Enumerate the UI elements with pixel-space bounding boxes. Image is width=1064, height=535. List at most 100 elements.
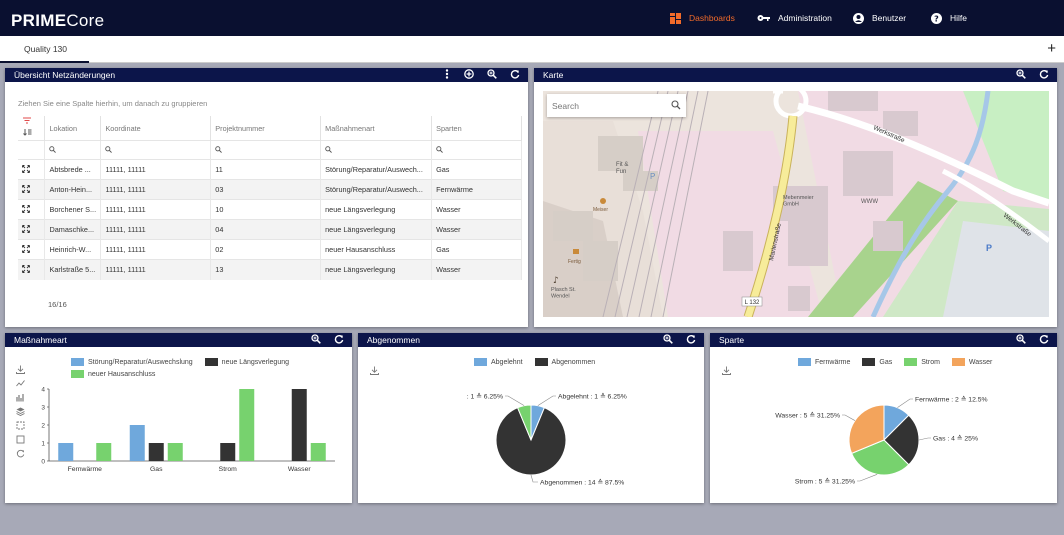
user-icon bbox=[853, 12, 864, 24]
panel-header: Übersicht Netzänderungen bbox=[5, 68, 528, 82]
download-icon[interactable] bbox=[722, 366, 731, 375]
filter-input-koordinate[interactable] bbox=[100, 140, 212, 160]
line-chart-icon[interactable] bbox=[16, 379, 25, 388]
bar-gas-2[interactable] bbox=[167, 443, 183, 461]
map-canvas[interactable]: ♪ Werkstraße Werkstraße Marienstraße L 1… bbox=[543, 91, 1049, 317]
table-row[interactable]: Damaschke... 11111, 11111 04 neue Längsv… bbox=[18, 219, 522, 240]
nav-benutzer[interactable]: Benutzer bbox=[853, 0, 906, 36]
cell-lokation: Damaschke... bbox=[44, 219, 102, 240]
refresh-icon[interactable] bbox=[1039, 69, 1049, 79]
cell-massnahmenart: Störung/Reparatur/Auswech... bbox=[320, 179, 433, 200]
poi-marker[interactable] bbox=[573, 249, 579, 254]
panel-netzaenderungen: Übersicht Netzänderungen Ziehen Sie eine… bbox=[5, 68, 528, 327]
changes-table: Lokation Koordinate Projektnummer Maßnah… bbox=[18, 116, 522, 280]
cell-sparten: Wasser bbox=[431, 199, 522, 220]
zoom-icon[interactable] bbox=[1016, 69, 1026, 79]
table-row[interactable]: Heinrich-W... 11111, 11111 02 neuer Haus… bbox=[18, 239, 522, 260]
filter-input-massnahmenart[interactable] bbox=[320, 140, 433, 160]
expand-icon[interactable] bbox=[18, 179, 46, 200]
legend-item[interactable]: neuer Hausanschluss bbox=[71, 370, 155, 378]
cell-sparten: Gas bbox=[431, 159, 522, 180]
legend-item[interactable]: Wasser bbox=[951, 358, 992, 366]
legend-item[interactable]: Strom bbox=[904, 358, 940, 366]
map-search-input[interactable]: Search bbox=[547, 94, 686, 117]
refresh-icon[interactable] bbox=[686, 334, 696, 344]
bar-wasser-1[interactable] bbox=[291, 389, 307, 461]
filter-input-lokation[interactable] bbox=[44, 140, 102, 160]
bar-wasser-2[interactable] bbox=[310, 443, 326, 461]
table-header-row: Lokation Koordinate Projektnummer Maßnah… bbox=[18, 116, 522, 141]
filter-input-sparten[interactable] bbox=[431, 140, 522, 160]
stack-icon[interactable] bbox=[16, 407, 25, 416]
add-tab-button[interactable]: + bbox=[1047, 40, 1056, 57]
map-view[interactable]: ♪ Werkstraße Werkstraße Marienstraße L 1… bbox=[543, 91, 1049, 317]
table-row[interactable]: Karlstraße 5... 11111, 11111 13 neue Län… bbox=[18, 259, 522, 280]
table-row[interactable]: Borchener S... 11111, 11111 10 neue Läng… bbox=[18, 199, 522, 220]
add-circle-icon[interactable] bbox=[464, 69, 474, 79]
chart-legend: Störung/Reparatur/Auswechslung neue Läng… bbox=[71, 358, 311, 378]
column-header-projektnummer[interactable]: Projektnummer bbox=[210, 116, 322, 141]
map-search-placeholder: Search bbox=[552, 101, 579, 111]
zoom-icon[interactable] bbox=[1016, 334, 1026, 344]
select-box-icon[interactable] bbox=[16, 421, 25, 430]
download-icon[interactable] bbox=[370, 366, 379, 375]
download-icon[interactable] bbox=[16, 365, 25, 374]
bar-chart-icon[interactable] bbox=[16, 393, 25, 402]
expand-icon[interactable] bbox=[18, 219, 46, 240]
legend-item[interactable]: Fernwärme bbox=[798, 358, 850, 366]
search-icon[interactable] bbox=[671, 100, 681, 112]
panel-karte: Karte ♪ Werkstraße Werkstraße Marienstra… bbox=[534, 68, 1057, 327]
expand-icon[interactable] bbox=[18, 159, 46, 180]
table-row[interactable]: Anton-Hein... 11111, 11111 03 Störung/Re… bbox=[18, 179, 522, 200]
refresh-icon[interactable] bbox=[334, 334, 344, 344]
bar-fernwärme-0[interactable] bbox=[58, 443, 74, 461]
column-header-lokation[interactable]: Lokation bbox=[44, 116, 102, 141]
filter-icon[interactable] bbox=[22, 116, 32, 138]
table-row[interactable]: Abtsbrede ... 11111, 11111 11 Störung/Re… bbox=[18, 159, 522, 180]
panel-title: Abgenommen bbox=[367, 335, 420, 345]
search-icon bbox=[436, 145, 443, 153]
zoom-icon[interactable] bbox=[663, 334, 673, 344]
legend-item[interactable]: Abgelehnt bbox=[474, 358, 523, 366]
app-logo[interactable]: PRIMECore bbox=[11, 11, 104, 31]
cell-projektnummer: 13 bbox=[210, 259, 322, 280]
zoom-icon[interactable] bbox=[311, 334, 321, 344]
legend-item[interactable]: neue Längsverlegung bbox=[204, 358, 289, 366]
bar-gas-0[interactable] bbox=[129, 425, 145, 461]
more-vert-icon[interactable] bbox=[443, 69, 451, 79]
refresh-icon[interactable] bbox=[510, 69, 520, 79]
nav-dashboards[interactable]: Dashboards bbox=[670, 0, 735, 36]
expand-icon[interactable] bbox=[18, 259, 46, 280]
bar-fernwärme-2[interactable] bbox=[96, 443, 112, 461]
expand-icon[interactable] bbox=[18, 199, 46, 220]
column-header-massnahmenart[interactable]: Maßnahmenart bbox=[320, 116, 433, 141]
cell-massnahmenart: Störung/Reparatur/Auswech... bbox=[320, 159, 433, 180]
bar-strom-1[interactable] bbox=[220, 443, 236, 461]
expand-icon[interactable] bbox=[18, 239, 46, 260]
reset-icon[interactable] bbox=[16, 449, 25, 458]
cell-massnahmenart: neue Längsverlegung bbox=[320, 259, 433, 280]
zoom-icon[interactable] bbox=[487, 69, 497, 79]
column-header-koordinate[interactable]: Koordinate bbox=[100, 116, 212, 141]
column-header-sparten[interactable]: Sparten bbox=[431, 116, 522, 141]
legend-item[interactable]: Gas bbox=[862, 358, 892, 366]
poi-marker[interactable] bbox=[600, 198, 606, 204]
tab-quality-130[interactable]: Quality 130 bbox=[0, 36, 89, 63]
cell-sparten: Fernwärme bbox=[431, 179, 522, 200]
search-icon bbox=[325, 145, 333, 153]
filter-input-projektnummer[interactable] bbox=[210, 140, 322, 160]
bar-strom-2[interactable] bbox=[239, 389, 255, 461]
legend-item[interactable]: Abgenommen bbox=[534, 358, 595, 366]
pie-slice-label: Fernwärme : 2 ≙ 12.5% bbox=[915, 395, 988, 403]
refresh-icon[interactable] bbox=[1039, 334, 1049, 344]
nav-administration[interactable]: Administration bbox=[757, 0, 832, 36]
search-icon bbox=[215, 145, 223, 153]
row-count: 16/16 bbox=[48, 300, 67, 309]
legend-item[interactable]: Störung/Reparatur/Auswechslung bbox=[71, 358, 193, 366]
nav-hilfe[interactable]: ? Hilfe bbox=[931, 0, 967, 36]
tab-label: Quality 130 bbox=[24, 44, 67, 54]
bar-gas-1[interactable] bbox=[148, 443, 164, 461]
select-box-icon[interactable] bbox=[16, 435, 25, 444]
pie-leader-line bbox=[530, 474, 538, 483]
cell-lokation: Karlstraße 5... bbox=[44, 259, 102, 280]
